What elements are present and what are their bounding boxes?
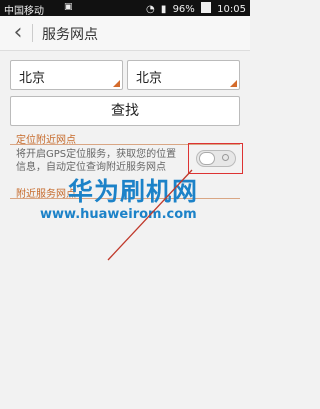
title-divider bbox=[32, 24, 33, 42]
gps-toggle[interactable] bbox=[196, 150, 236, 167]
back-arrow-icon[interactable]: ‹ bbox=[6, 20, 30, 46]
watermark-url: www.huaweirom.com bbox=[40, 207, 197, 222]
watermark-logo: 华为刷机网 bbox=[68, 177, 199, 206]
battery-icon bbox=[200, 2, 211, 13]
province-select[interactable]: 北京 bbox=[10, 60, 123, 90]
clock: 10:05 bbox=[217, 4, 246, 15]
status-right: ◔ ▮ 96% 10:05 bbox=[143, 2, 246, 15]
search-button[interactable]: 查找 bbox=[10, 96, 240, 126]
carrier-name: 中国移动 bbox=[4, 6, 44, 17]
dropdown-corner-icon bbox=[113, 80, 120, 87]
province-value: 北京 bbox=[19, 71, 46, 86]
sim-icon: ▣ bbox=[64, 2, 73, 12]
status-bar: 中国移动 ▣ ◔ ▮ 96% 10:05 bbox=[0, 0, 250, 17]
toggle-knob bbox=[199, 152, 215, 165]
page-title: 服务网点 bbox=[42, 27, 98, 43]
dropdown-corner-icon bbox=[230, 80, 237, 87]
gps-description: 将开启GPS定位服务，获取您的位置信息，自动定位查询附近服务网点 bbox=[16, 149, 177, 173]
city-select[interactable]: 北京 bbox=[127, 60, 240, 90]
wifi-icon: ◔ bbox=[145, 4, 155, 15]
toggle-off-icon bbox=[222, 154, 229, 161]
signal-icon: ▮ bbox=[160, 4, 167, 15]
battery-percent: 96% bbox=[172, 4, 195, 15]
city-value: 北京 bbox=[136, 71, 163, 86]
title-bar: ‹ 服务网点 bbox=[0, 16, 250, 51]
